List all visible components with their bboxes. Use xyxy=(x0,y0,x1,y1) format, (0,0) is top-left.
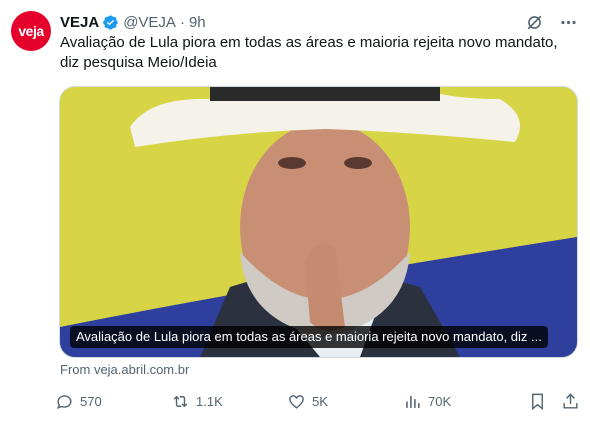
views-button[interactable]: 70K xyxy=(403,392,515,411)
tweet-text: Avaliação de Lula piora em todas as área… xyxy=(60,34,558,71)
reply-button[interactable]: 570 xyxy=(55,392,171,411)
heart-icon xyxy=(289,394,304,409)
avatar[interactable]: veja xyxy=(11,11,51,51)
repost-button[interactable]: 1.1K xyxy=(171,392,287,411)
link-card-image[interactable]: Avaliação de Lula piora em todas as área… xyxy=(59,86,578,358)
share-icon xyxy=(563,392,578,409)
views-count: 70K xyxy=(428,393,452,409)
author-name[interactable]: VEJA xyxy=(60,14,99,31)
card-caption[interactable]: Avaliação de Lula piora em todas as área… xyxy=(70,326,548,348)
like-count: 5K xyxy=(312,393,328,409)
repost-count: 1.1K xyxy=(196,393,223,409)
repost-icon xyxy=(173,395,188,407)
portrait-photo xyxy=(60,87,577,357)
separator-dot: · xyxy=(179,13,185,31)
like-button[interactable]: 5K xyxy=(287,392,403,411)
share-button[interactable] xyxy=(561,392,580,411)
avatar-logo-text: veja xyxy=(18,23,44,39)
action-bar: 570 1.1K 5K 70K xyxy=(55,388,580,414)
tweet-header: VEJA @VEJA · 9h xyxy=(60,12,578,32)
reply-count: 570 xyxy=(80,393,102,409)
grok-icon[interactable] xyxy=(524,12,544,32)
card-source[interactable]: From veja.abril.com.br xyxy=(60,362,189,377)
author-handle[interactable]: @VEJA xyxy=(123,14,176,31)
reply-icon xyxy=(56,394,72,409)
tweet-time[interactable]: 9h xyxy=(189,14,206,31)
views-chart-icon xyxy=(406,395,420,408)
bookmark-button[interactable] xyxy=(528,392,547,411)
bookmark-icon xyxy=(532,393,543,410)
more-options-icon[interactable] xyxy=(558,12,578,32)
verified-badge-icon[interactable] xyxy=(102,14,119,31)
